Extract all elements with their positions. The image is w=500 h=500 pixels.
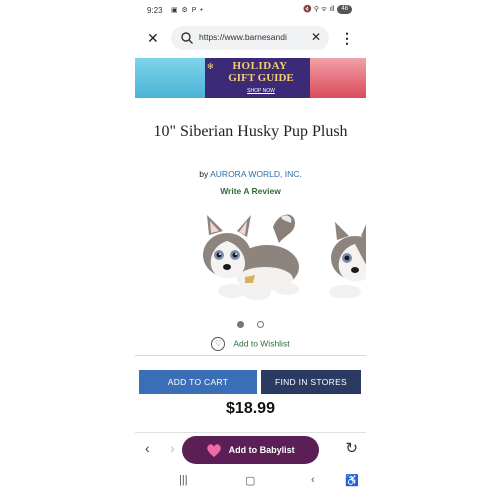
brand-link[interactable]: AURORA WORLD, INC. xyxy=(210,169,302,179)
babylist-heart-icon xyxy=(207,443,222,457)
close-icon[interactable]: ✕ xyxy=(147,30,159,46)
url-text: https://www.barnesandi xyxy=(199,32,287,42)
add-to-wishlist[interactable]: ♡ Add to Wishlist xyxy=(135,337,366,351)
notification-icons: ▣ ⚙ P • xyxy=(171,7,204,14)
holiday-gift-guide-banner[interactable]: ✻ HOLIDAY GIFT GUIDE SHOP NOW xyxy=(135,58,366,98)
banner-left-art xyxy=(135,58,205,98)
signal-icons: 🔇 ⚲ ᯤ ıll xyxy=(303,6,335,13)
forward-icon[interactable]: › xyxy=(170,440,175,456)
add-to-cart-button[interactable]: ADD TO CART xyxy=(139,370,257,394)
write-review-link[interactable]: Write A Review xyxy=(135,186,366,196)
status-time: 9:23 xyxy=(147,6,163,15)
system-nav-bar: ||| ▢ ‹ ♿ xyxy=(135,474,366,496)
browser-toolbar: ✕ https://www.barnesandi ✕ ⋮ xyxy=(135,24,366,54)
babylist-label: Add to Babylist xyxy=(228,445,295,455)
banner-line2: GIFT GUIDE xyxy=(228,72,294,84)
address-bar[interactable]: https://www.barnesandi ✕ xyxy=(171,26,329,50)
accessibility-icon[interactable]: ♿ xyxy=(345,474,359,487)
system-icons: 🔇 ⚲ ᯤ ıll 48 xyxy=(303,5,352,14)
divider xyxy=(135,355,366,356)
nav-back-icon[interactable]: ‹ xyxy=(311,474,315,486)
more-vert-icon[interactable]: ⋮ xyxy=(340,30,354,46)
snowflake-icon: ✻ xyxy=(207,62,214,71)
next-product-image[interactable] xyxy=(325,218,366,298)
banner-right-art xyxy=(310,58,366,98)
product-image[interactable] xyxy=(187,205,315,305)
banner-center: ✻ HOLIDAY GIFT GUIDE SHOP NOW xyxy=(205,58,310,98)
find-in-stores-button[interactable]: FIND IN STORES xyxy=(261,370,361,394)
phone-screen: 9:23 ▣ ⚙ P • 🔇 ⚲ ᯤ ıll 48 ✕ https://www.… xyxy=(135,0,366,500)
carousel-dots xyxy=(135,315,366,333)
add-to-babylist-button[interactable]: Add to Babylist xyxy=(182,436,319,464)
status-bar: 9:23 ▣ ⚙ P • 🔇 ⚲ ᯤ ıll 48 xyxy=(135,0,366,22)
carousel-dot-2[interactable] xyxy=(256,321,264,328)
search-icon xyxy=(181,32,193,44)
clear-icon[interactable]: ✕ xyxy=(311,30,321,44)
product-price: $18.99 xyxy=(226,400,275,417)
carousel-dot-1[interactable] xyxy=(237,321,245,328)
battery-icon: 48 xyxy=(337,5,352,14)
shop-now-link[interactable]: SHOP NOW xyxy=(241,88,281,94)
heart-icon: ♡ xyxy=(211,337,226,351)
banner-line1: HOLIDAY xyxy=(232,60,288,72)
wishlist-label: Add to Wishlist xyxy=(233,338,290,349)
back-icon[interactable]: ‹ xyxy=(145,440,150,456)
home-icon[interactable]: ▢ xyxy=(245,474,255,487)
product-byline: by AURORA WORLD, INC. xyxy=(135,169,366,179)
bottom-browser-bar: ‹ › Add to Babylist ↻ xyxy=(135,432,366,464)
recents-icon[interactable]: ||| xyxy=(179,474,188,486)
by-prefix: by xyxy=(199,169,209,179)
reload-icon[interactable]: ↻ xyxy=(345,439,358,457)
product-title: 10" Siberian Husky Pup Plush xyxy=(153,123,348,140)
